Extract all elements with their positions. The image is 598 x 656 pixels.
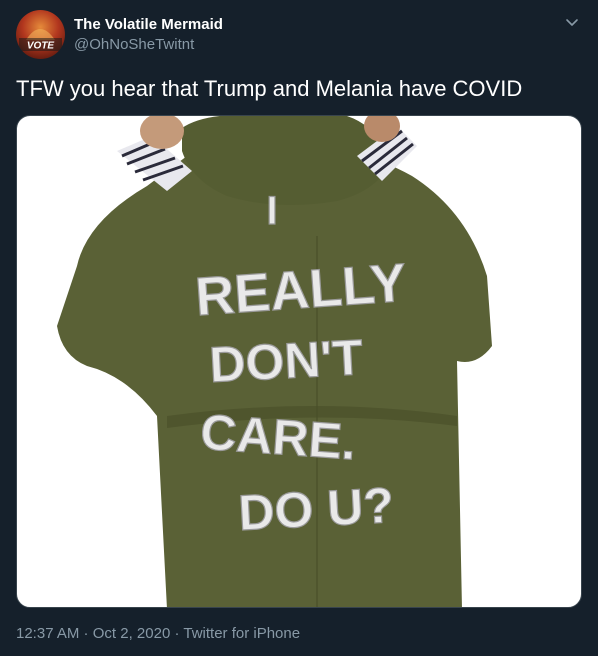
avatar[interactable]: VOTE <box>16 10 65 59</box>
user-handle[interactable]: @OhNoSheTwitnt <box>74 35 223 55</box>
jacket-text-line-1: I <box>266 189 277 233</box>
tweet-image[interactable]: I REALLY DON'T CARE. DO U? <box>16 115 582 608</box>
tweet-date[interactable]: Oct 2, 2020 <box>93 625 171 642</box>
chevron-down-icon[interactable] <box>562 12 582 32</box>
jacket-photo: I REALLY DON'T CARE. DO U? <box>57 116 492 607</box>
jacket-text-line-4: CARE. <box>199 404 358 471</box>
meta-separator: · <box>79 625 93 642</box>
meta-separator: · <box>170 625 184 642</box>
tweet-source[interactable]: Twitter for iPhone <box>183 625 300 642</box>
avatar-badge-text: VOTE <box>27 41 55 52</box>
tweet-text: TFW you hear that Trump and Melania have… <box>16 76 523 101</box>
tweet-time[interactable]: 12:37 AM <box>16 625 79 642</box>
jacket-text-line-3: DON'T <box>208 329 364 393</box>
avatar-image: VOTE <box>19 29 62 52</box>
display-name[interactable]: The Volatile Mermaid <box>74 15 223 35</box>
jacket-text-line-5: DO U? <box>237 477 395 541</box>
tweet-meta: 12:37 AM · Oct 2, 2020 · Twitter for iPh… <box>16 624 300 644</box>
tweet-header: VOTE The Volatile Mermaid @OhNoSheTwitnt <box>16 10 582 60</box>
user-names: The Volatile Mermaid @OhNoSheTwitnt <box>74 15 223 55</box>
